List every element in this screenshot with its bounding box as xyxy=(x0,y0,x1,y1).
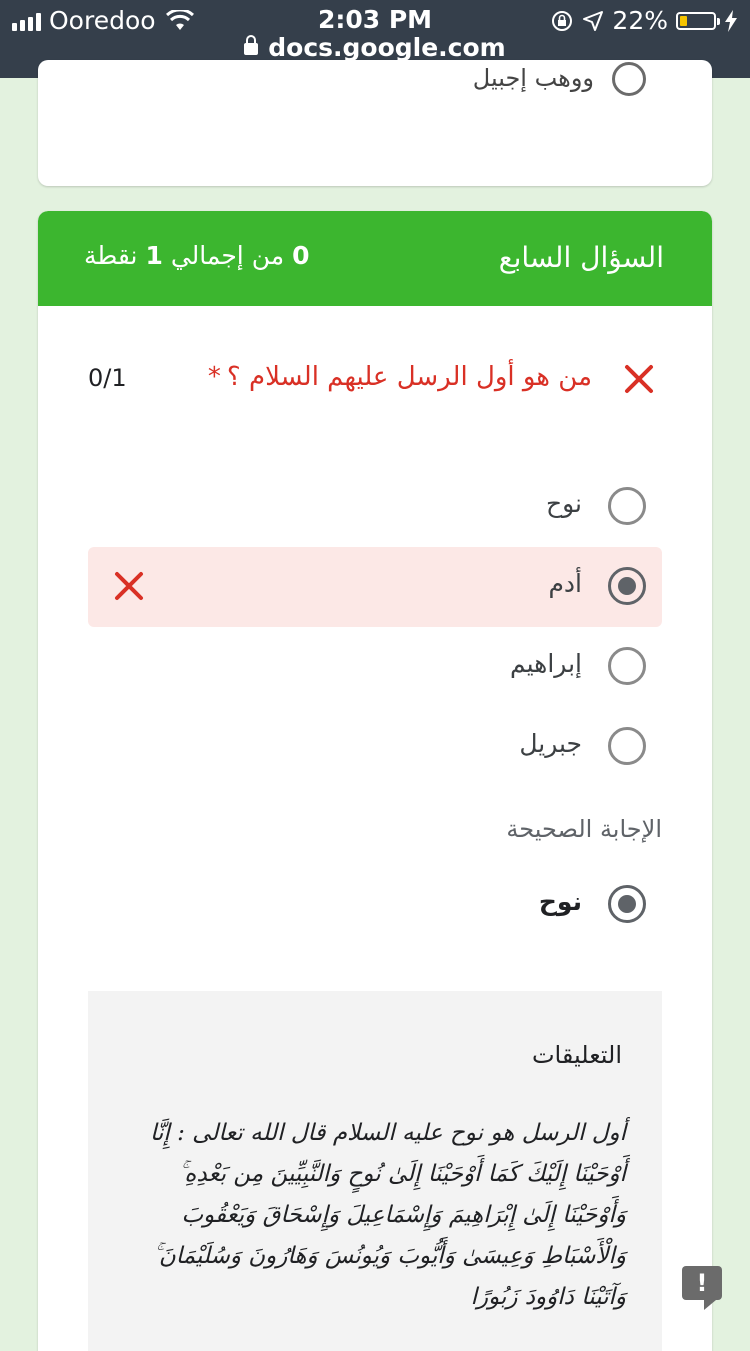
correct-answer-option: نوح xyxy=(88,865,662,945)
score-total: 1 xyxy=(145,241,163,270)
correct-answer-radio xyxy=(608,885,646,923)
status-bar-right: 22% xyxy=(550,6,738,35)
battery-icon xyxy=(676,11,720,30)
option-radio[interactable] xyxy=(608,727,646,765)
option-label: نوح xyxy=(545,489,582,518)
option-label: جبريل xyxy=(519,729,582,758)
charging-bolt-icon xyxy=(725,9,737,32)
correct-answer-label: نوح xyxy=(538,887,582,916)
wrong-answer-icon xyxy=(115,572,143,600)
url-text: docs.google.com xyxy=(268,33,506,62)
option-label: أدم xyxy=(548,569,582,598)
previous-option-label: ووهب إجبيل xyxy=(472,64,594,92)
correct-answer-title: الإجابة الصحيحة xyxy=(506,815,662,843)
option-radio[interactable] xyxy=(608,487,646,525)
section-title: السؤال السابع xyxy=(498,241,664,274)
question-card: السؤال السابع 0 من إجمالي 1 نقطة من هو أ… xyxy=(38,211,712,1351)
address-bar[interactable]: docs.google.com xyxy=(0,33,750,62)
orientation-lock-icon xyxy=(552,10,573,31)
option-radio-selected[interactable] xyxy=(608,567,646,605)
feedback-line: وَالْأَسْبَاطِ وَعِيسَىٰ وَأَيُّوبَ وَيُ… xyxy=(153,1243,626,1269)
option-jibreel[interactable]: جبريل xyxy=(88,707,662,787)
question-text: من هو أول الرسل عليهم السلام ؟* xyxy=(208,362,592,392)
option-adam-selected-wrong[interactable]: أدم xyxy=(88,547,662,627)
feedback-text: أول الرسل هو نوح عليه السلام قال الله تع… xyxy=(126,1113,626,1318)
question-row: من هو أول الرسل عليهم السلام ؟* 0/1 xyxy=(38,356,712,406)
feedback-title: التعليقات xyxy=(531,1041,622,1069)
location-arrow-icon xyxy=(583,10,604,31)
battery-percent: 22% xyxy=(612,6,668,35)
question-label: من هو أول الرسل عليهم السلام ؟ xyxy=(226,362,592,392)
feedback-line: أَوْحَيْنَا إِلَيْكَ كَمَا أَوْحَيْنَا إ… xyxy=(178,1161,626,1187)
previous-question-card: ووهب إجبيل xyxy=(38,60,712,186)
score-unit: نقطة xyxy=(84,241,138,270)
question-header: السؤال السابع 0 من إجمالي 1 نقطة xyxy=(38,211,712,306)
score-earned: 0 xyxy=(292,241,310,270)
incorrect-icon xyxy=(625,365,653,393)
feedback-line: وَآتَيْنَا دَاوُودَ زَبُورًا xyxy=(470,1284,626,1310)
lock-icon xyxy=(244,35,259,55)
option-ibrahim[interactable]: إبراهيم xyxy=(88,627,662,707)
question-points: 0/1 xyxy=(88,364,127,392)
feedback-line: وَأَوْحَيْنَا إِلَىٰ إِبْرَاهِيمَ وَإِسْ… xyxy=(181,1202,626,1228)
option-label: إبراهيم xyxy=(509,649,582,678)
score-summary: 0 من إجمالي 1 نقطة xyxy=(84,241,309,270)
feedback-line: أول الرسل هو نوح عليه السلام قال الله تع… xyxy=(149,1120,626,1146)
report-feedback-button[interactable]: ! xyxy=(682,1266,722,1310)
option-noah[interactable]: نوح xyxy=(88,467,662,547)
feedback-box: التعليقات أول الرسل هو نوح عليه السلام ق… xyxy=(88,991,662,1351)
option-radio[interactable] xyxy=(608,647,646,685)
score-middle-text: من إجمالي xyxy=(170,241,285,270)
previous-option-radio[interactable] xyxy=(612,62,646,96)
required-mark: * xyxy=(207,362,221,392)
